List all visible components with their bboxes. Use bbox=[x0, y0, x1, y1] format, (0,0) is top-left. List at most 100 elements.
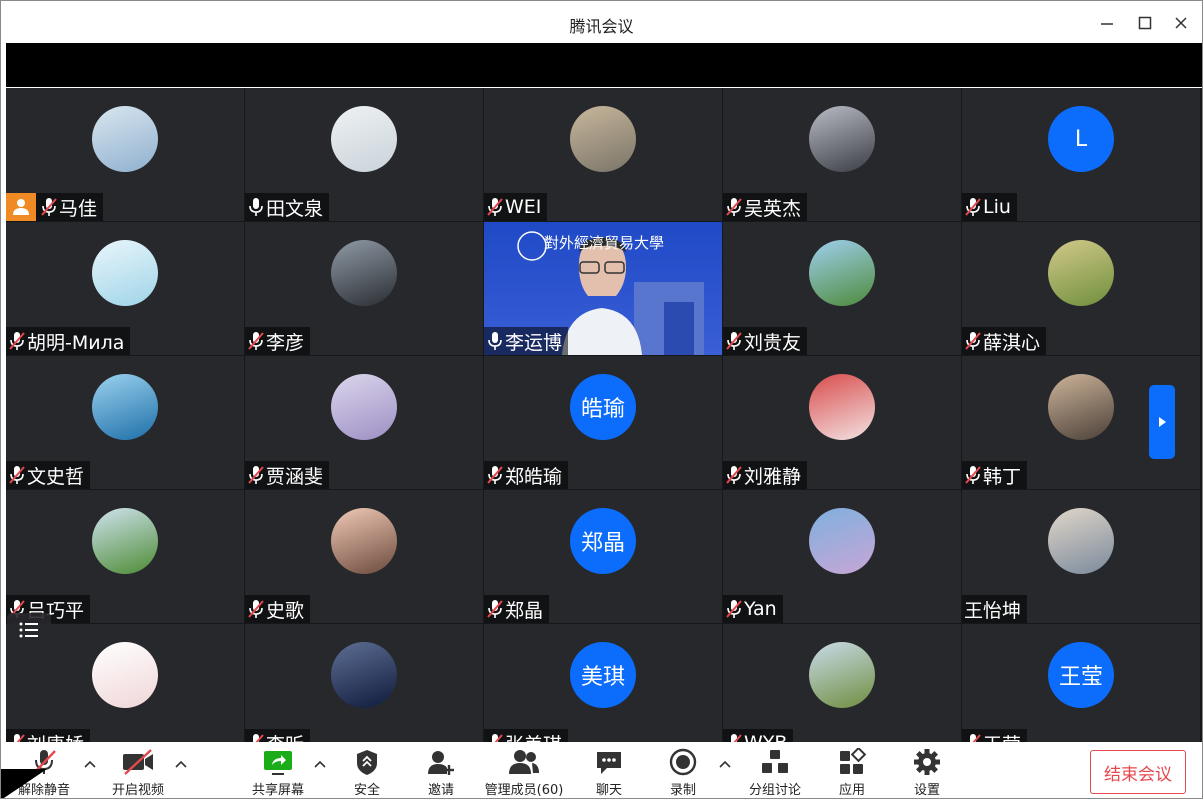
participant-nametag: 李运博 bbox=[484, 327, 569, 355]
participant-tile[interactable]: WEI bbox=[484, 88, 722, 221]
mic-muted-icon bbox=[965, 466, 981, 484]
mic-muted-icon bbox=[963, 195, 983, 219]
participant-avatar bbox=[809, 374, 875, 440]
participant-nametag: 田文泉 bbox=[245, 193, 330, 221]
participant-nametag: 李彦 bbox=[245, 327, 311, 355]
add-user-icon bbox=[428, 751, 454, 775]
breakout-icon bbox=[762, 750, 788, 773]
participant-avatar bbox=[1048, 374, 1114, 440]
participant-tile[interactable]: L Liu bbox=[962, 88, 1200, 221]
participant-tile[interactable]: 史歌 bbox=[245, 490, 483, 623]
share-options-caret[interactable] bbox=[312, 756, 328, 772]
participant-tile[interactable]: 對外經濟貿易大學李运博 bbox=[484, 222, 722, 355]
participant-tile[interactable]: 贾涵斐 bbox=[245, 356, 483, 489]
close-button[interactable] bbox=[1167, 10, 1195, 36]
next-page-button[interactable] bbox=[1149, 385, 1175, 459]
security-button[interactable]: 安全 bbox=[327, 748, 407, 798]
audio-options-caret[interactable] bbox=[82, 756, 98, 772]
participant-tile[interactable]: 王莹王莹 bbox=[962, 624, 1200, 742]
settings-button[interactable]: 设置 bbox=[887, 748, 967, 798]
share-screen-button[interactable]: 共享屏幕 bbox=[238, 748, 318, 798]
record-options-caret[interactable] bbox=[717, 756, 733, 772]
participant-name: 郑晶 bbox=[505, 599, 544, 622]
participant-name: 韩丁 bbox=[983, 465, 1022, 488]
start-video-button[interactable]: 开启视频 bbox=[98, 748, 178, 798]
participant-tile[interactable]: 胡明-Мила bbox=[6, 222, 244, 355]
security-label: 安全 bbox=[353, 783, 380, 798]
participant-tile[interactable]: 李昕 bbox=[245, 624, 483, 742]
list-view-button[interactable] bbox=[7, 613, 51, 647]
participant-tile[interactable]: 郑晶 郑晶 bbox=[484, 490, 722, 623]
mic-icon bbox=[249, 198, 263, 216]
manage-members-button[interactable]: 管理成员(60) bbox=[484, 748, 564, 798]
participant-avatar: 皓瑜 bbox=[570, 374, 636, 440]
participant-tile[interactable]: 刘雅静 bbox=[723, 356, 961, 489]
start-video-label: 开启视频 bbox=[111, 783, 164, 798]
end-meeting-button[interactable]: 结束会议 bbox=[1090, 750, 1186, 794]
mic-muted-icon bbox=[724, 731, 744, 742]
manage-members-label: 管理成员(60) bbox=[484, 783, 564, 798]
participant-tile[interactable]: 李彦 bbox=[245, 222, 483, 355]
participant-tile[interactable]: WYB bbox=[723, 624, 961, 742]
host-person-icon bbox=[6, 193, 36, 221]
share-screen-label: 共享屏幕 bbox=[251, 783, 304, 798]
video-off-icon bbox=[123, 749, 153, 775]
mic-muted-icon bbox=[724, 329, 744, 353]
video-options-caret[interactable] bbox=[173, 756, 189, 772]
participant-tile[interactable]: 田文泉 bbox=[245, 88, 483, 221]
participant-tile[interactable]: 吕巧平 bbox=[6, 490, 244, 623]
mic-muted-icon bbox=[7, 329, 27, 353]
participant-tile[interactable]: 皓瑜 郑皓瑜 bbox=[484, 356, 722, 489]
mic-muted-icon bbox=[248, 332, 264, 350]
minimize-button[interactable] bbox=[1093, 10, 1121, 36]
participant-avatar: L bbox=[1048, 106, 1114, 172]
mic-muted-icon bbox=[485, 463, 505, 487]
apps-button[interactable]: 应用 bbox=[812, 748, 892, 798]
mic-muted-icon bbox=[9, 332, 25, 350]
breakout-button[interactable]: 分组讨论 bbox=[735, 748, 815, 798]
mic-muted-icon bbox=[965, 198, 981, 216]
mic-muted-icon bbox=[487, 600, 503, 618]
mic-muted-icon bbox=[246, 329, 266, 353]
participant-nametag: 贾涵斐 bbox=[245, 461, 330, 489]
mic-muted-icon bbox=[250, 734, 264, 742]
participant-tile[interactable]: 马佳 bbox=[6, 88, 244, 221]
participant-tile[interactable]: 吴英杰 bbox=[723, 88, 961, 221]
corner-triangle-icon bbox=[1, 769, 47, 798]
participant-nametag: 史歌 bbox=[245, 595, 311, 623]
participant-avatar bbox=[331, 374, 397, 440]
mic-muted-icon bbox=[246, 731, 266, 742]
participant-tile[interactable]: 王怡坤 bbox=[962, 490, 1200, 623]
mic-muted-icon bbox=[726, 198, 742, 216]
chat-icon bbox=[597, 752, 621, 774]
participant-name: 王莹 bbox=[983, 730, 1021, 743]
participant-avatar bbox=[92, 374, 158, 440]
participant-tile[interactable]: Yan bbox=[723, 490, 961, 623]
chevron-right-icon bbox=[1159, 417, 1166, 427]
participant-name: WYB bbox=[744, 732, 787, 742]
participant-name: 吴英杰 bbox=[744, 197, 802, 220]
mic-muted-icon bbox=[11, 734, 25, 742]
participant-nametag: 刘雅静 bbox=[723, 461, 808, 489]
mic-muted-icon bbox=[7, 731, 27, 742]
participant-tile[interactable]: 刘贵友 bbox=[723, 222, 961, 355]
invite-button[interactable]: 邀请 bbox=[401, 748, 481, 798]
chat-button[interactable]: 聊天 bbox=[569, 748, 649, 798]
participant-nametag: 郑晶 bbox=[484, 595, 550, 623]
participant-tile[interactable]: 文史哲 bbox=[6, 356, 244, 489]
mic-muted-icon bbox=[965, 332, 981, 350]
mic-muted-icon bbox=[7, 463, 27, 487]
invite-label: 邀请 bbox=[427, 783, 454, 798]
mic-muted-icon bbox=[39, 195, 59, 219]
participant-avatar bbox=[809, 240, 875, 306]
participant-tile[interactable]: 薛淇心 bbox=[962, 222, 1200, 355]
participant-tile[interactable]: 美琪张美琪 bbox=[484, 624, 722, 742]
mic-muted-icon bbox=[963, 731, 983, 742]
mic-muted-icon bbox=[724, 195, 744, 219]
maximize-button[interactable] bbox=[1131, 10, 1159, 36]
video-banner: 對外經濟貿易大學 bbox=[544, 234, 665, 252]
participant-nametag: 李昕 bbox=[245, 729, 311, 742]
record-button[interactable]: 录制 bbox=[643, 748, 723, 798]
mic-muted-icon bbox=[41, 198, 57, 216]
participant-avatar bbox=[1048, 240, 1114, 306]
